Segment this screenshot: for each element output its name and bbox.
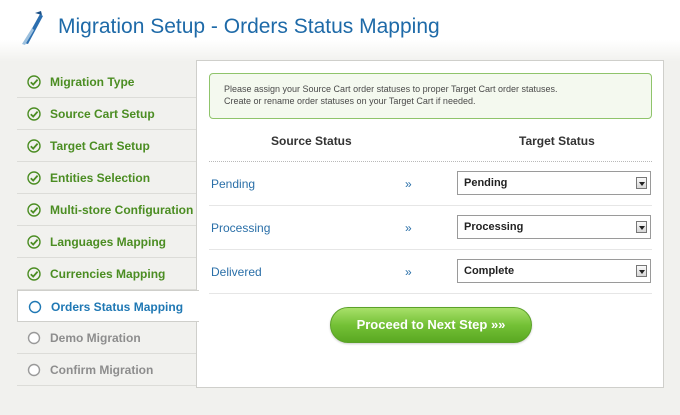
circle-icon <box>27 331 41 345</box>
proceed-next-step-button[interactable]: Proceed to Next Step »» <box>330 307 532 343</box>
selected-value: Complete <box>464 265 515 277</box>
target-status-select-processing[interactable]: Processing <box>457 215 651 239</box>
info-notice: Please assign your Source Cart order sta… <box>209 73 652 119</box>
logo-icon <box>22 11 43 45</box>
source-status-processing: Processing <box>211 221 271 235</box>
dropdown-arrow-icon[interactable] <box>636 177 647 189</box>
notice-line-2: Create or rename order statuses on your … <box>224 96 476 106</box>
step-label: Source Cart Setup <box>50 107 155 121</box>
header-divider <box>209 161 652 162</box>
step-label: Confirm Migration <box>50 363 154 377</box>
check-circle-icon <box>27 107 41 121</box>
row-divider <box>209 293 652 294</box>
step-currencies-mapping[interactable]: Currencies Mapping <box>17 258 197 290</box>
selected-value: Pending <box>464 177 508 189</box>
steps-sidebar: Migration Type Source Cart Setup Target … <box>17 66 199 386</box>
check-circle-icon <box>27 203 41 217</box>
step-label: Multi-store Configuration <box>50 203 194 217</box>
mapping-arrow: » <box>405 265 412 279</box>
step-label: Orders Status Mapping <box>51 300 184 314</box>
content-panel: Please assign your Source Cart order sta… <box>196 60 664 388</box>
step-entities-selection[interactable]: Entities Selection <box>17 162 197 194</box>
check-circle-icon <box>27 267 41 281</box>
target-status-select-delivered[interactable]: Complete <box>457 259 651 283</box>
selected-value: Processing <box>464 221 524 233</box>
step-migration-type[interactable]: Migration Type <box>17 66 197 98</box>
circle-icon <box>28 300 42 314</box>
row-divider <box>209 205 652 206</box>
source-status-header: Source Status <box>271 134 352 148</box>
step-languages-mapping[interactable]: Languages Mapping <box>17 226 197 258</box>
step-label: Demo Migration <box>50 331 141 345</box>
mapping-arrow: » <box>405 177 412 191</box>
step-orders-status-mapping[interactable]: Orders Status Mapping <box>17 290 199 322</box>
source-status-delivered: Delivered <box>211 265 262 279</box>
page-title: Migration Setup - Orders Status Mapping <box>58 15 440 38</box>
row-divider <box>209 249 652 250</box>
step-target-cart-setup[interactable]: Target Cart Setup <box>17 130 197 162</box>
check-circle-icon <box>27 75 41 89</box>
step-label: Migration Type <box>50 75 135 89</box>
header: Migration Setup - Orders Status Mapping <box>0 0 680 56</box>
check-circle-icon <box>27 139 41 153</box>
step-multi-store-configuration[interactable]: Multi-store Configuration <box>17 194 197 226</box>
target-status-header: Target Status <box>519 134 595 148</box>
step-confirm-migration[interactable]: Confirm Migration <box>17 354 197 386</box>
dropdown-arrow-icon[interactable] <box>636 221 647 233</box>
source-status-pending: Pending <box>211 177 256 191</box>
step-label: Target Cart Setup <box>50 139 150 153</box>
circle-icon <box>27 363 41 377</box>
mapping-arrow: » <box>405 221 412 235</box>
check-circle-icon <box>27 171 41 185</box>
check-circle-icon <box>27 235 41 249</box>
step-label: Entities Selection <box>50 171 151 185</box>
notice-line-1: Please assign your Source Cart order sta… <box>224 84 558 94</box>
step-source-cart-setup[interactable]: Source Cart Setup <box>17 98 197 130</box>
step-demo-migration[interactable]: Demo Migration <box>17 322 197 354</box>
step-label: Currencies Mapping <box>50 267 166 281</box>
step-label: Languages Mapping <box>50 235 167 249</box>
dropdown-arrow-icon[interactable] <box>636 265 647 277</box>
target-status-select-pending[interactable]: Pending <box>457 171 651 195</box>
